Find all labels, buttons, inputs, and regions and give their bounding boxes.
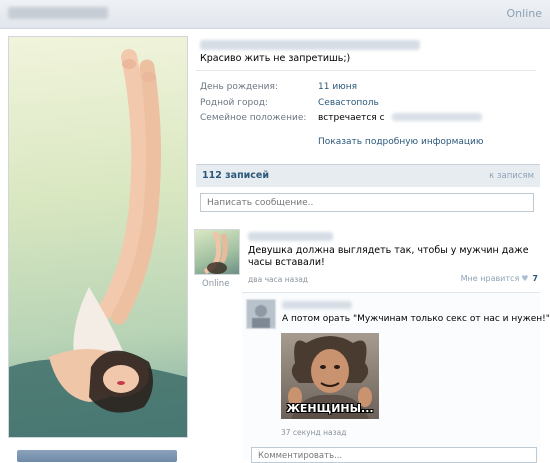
post-author-avatar-art <box>203 231 228 274</box>
wall-tab-link[interactable]: к записям <box>489 171 534 181</box>
reply-text: А потом орать "Мужчинам только секс от н… <box>282 314 550 324</box>
post-author-name-blurred <box>248 232 333 241</box>
birthday-label: День рождения: <box>200 82 278 92</box>
page-header: Online <box>0 0 550 29</box>
wall-header: 112 записей к записям <box>196 164 540 187</box>
divider <box>196 70 536 71</box>
reply-timestamp[interactable]: 37 секунд назад <box>281 428 346 437</box>
compose-placeholder: Написать сообщение.. <box>207 198 314 208</box>
wall-post-count[interactable]: 112 записей <box>202 170 269 181</box>
post-text: Девушка должна выглядеть так, чтобы у му… <box>248 245 529 268</box>
birthday-value[interactable]: 11 июня <box>318 82 357 92</box>
online-status: Online <box>506 7 542 20</box>
post-author-avatar[interactable] <box>194 229 240 275</box>
reply-author-name-blurred <box>282 301 352 309</box>
relationship-value: встречается с <box>318 113 385 123</box>
profile-name-header-blurred <box>200 40 420 50</box>
show-more-info-link[interactable]: Показать подробную информацию <box>318 137 483 147</box>
post-author-online: Online <box>202 279 230 289</box>
relationship-label: Семейное положение: <box>200 113 307 123</box>
reply-author-avatar-art <box>247 300 275 328</box>
like-label: Мне нравится <box>460 274 520 283</box>
profile-name-blurred <box>8 7 108 19</box>
heart-icon: ♥ <box>521 274 529 283</box>
comment-placeholder: Комментировать... <box>258 451 343 461</box>
status-text: Красиво жить не запретишь;) <box>200 53 351 64</box>
photo-action-button[interactable] <box>17 450 177 462</box>
profile-photo-illustration <box>9 49 187 437</box>
profile-photo[interactable] <box>8 36 188 438</box>
like-count: 7 <box>532 274 538 283</box>
like-button[interactable]: Мне нравится ♥ 7 <box>461 274 538 283</box>
meme-image[interactable]: ЖЕНЩИНЫ... <box>281 333 379 419</box>
reply-author-avatar[interactable] <box>246 299 276 329</box>
post-timestamp[interactable]: два часа назад <box>248 275 308 284</box>
comment-input[interactable]: Комментировать... <box>251 447 537 463</box>
hometown-label: Родной город: <box>200 98 268 108</box>
wall-compose-input[interactable]: Написать сообщение.. <box>200 193 534 212</box>
meme-caption: ЖЕНЩИНЫ... <box>286 402 374 415</box>
hometown-value[interactable]: Севастополь <box>318 98 379 108</box>
relationship-partner-blurred <box>392 113 482 121</box>
